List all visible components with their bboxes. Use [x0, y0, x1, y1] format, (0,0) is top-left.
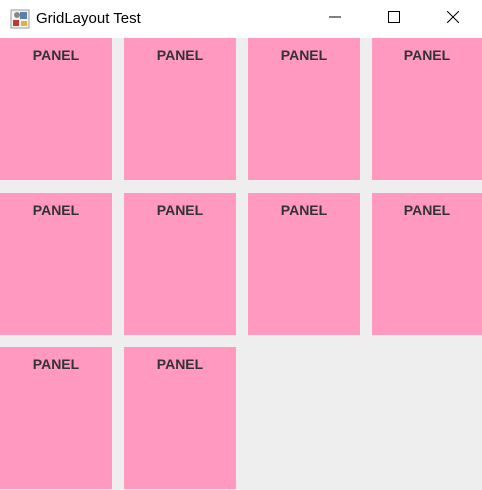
grid-panel: PANEL [124, 38, 236, 180]
panel-label: PANEL [403, 47, 451, 63]
app-window: GridLayout Test PANEL PANEL PANEL PANEL … [0, 0, 482, 490]
maximize-icon [388, 10, 400, 28]
close-icon [446, 10, 460, 28]
grid-panel: PANEL [372, 193, 482, 335]
panel-label: PANEL [32, 202, 80, 218]
grid-panel: PANEL [0, 38, 112, 180]
java-app-icon [10, 9, 30, 29]
grid-panel: PANEL [372, 38, 482, 180]
panel-label: PANEL [280, 202, 328, 218]
minimize-button[interactable] [306, 0, 364, 38]
panel-label: PANEL [156, 47, 204, 63]
panel-label: PANEL [280, 47, 328, 63]
panel-label: PANEL [403, 202, 451, 218]
window-title: GridLayout Test [36, 10, 141, 27]
title-bar[interactable]: GridLayout Test [0, 0, 482, 38]
grid-panel: PANEL [124, 347, 236, 489]
grid-panel: PANEL [0, 347, 112, 489]
grid-layout-content: PANEL PANEL PANEL PANEL PANEL PANEL PANE… [0, 38, 482, 490]
panel-label: PANEL [32, 356, 80, 372]
panel-label: PANEL [156, 356, 204, 372]
grid-panel: PANEL [248, 193, 360, 335]
close-button[interactable] [424, 0, 482, 38]
panel-label: PANEL [156, 202, 204, 218]
grid-panel: PANEL [0, 193, 112, 335]
grid-panel: PANEL [248, 38, 360, 180]
minimize-icon [329, 10, 341, 28]
grid-panel: PANEL [124, 193, 236, 335]
maximize-button[interactable] [365, 0, 423, 38]
panel-label: PANEL [32, 47, 80, 63]
